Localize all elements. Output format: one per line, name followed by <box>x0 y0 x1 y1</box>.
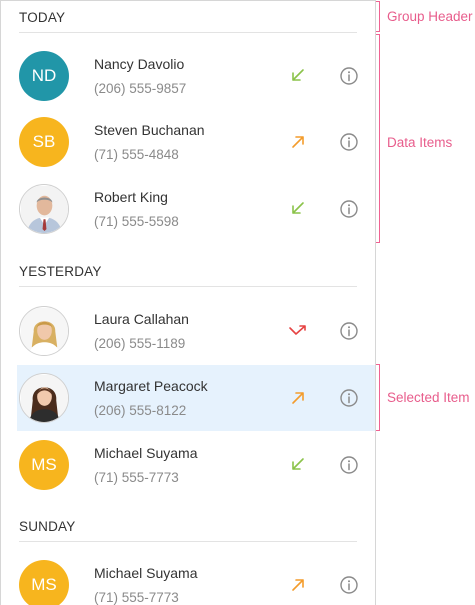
contact-phone: (71) 555-7773 <box>94 470 179 485</box>
list-item[interactable]: ND Nancy Davolio (206) 555-9857 <box>17 43 375 109</box>
contact-name: Michael Suyama <box>94 565 198 581</box>
avatar-initials: SB <box>32 132 56 151</box>
avatar-initials: MS <box>31 575 57 594</box>
list-item[interactable]: MS Michael Suyama (71) 555-7773 <box>17 552 375 605</box>
avatar-initials: MS <box>31 455 57 474</box>
avatar: MS <box>19 440 69 490</box>
avatar-photo <box>19 184 69 234</box>
contact-name: Laura Callahan <box>94 311 189 327</box>
info-icon[interactable] <box>339 388 359 408</box>
avatar-initials: ND <box>31 66 57 85</box>
list-item[interactable]: Laura Callahan (206) 555-1189 <box>17 298 375 364</box>
group-header-label: TODAY <box>19 10 66 25</box>
list-item[interactable]: Robert King (71) 555-5598 <box>17 176 375 242</box>
missed-call-icon <box>289 325 306 335</box>
group-header-label: YESTERDAY <box>19 264 102 279</box>
contact-phone: (206) 555-8122 <box>94 403 187 418</box>
person-photo-icon <box>20 307 68 355</box>
avatar-photo <box>19 373 69 423</box>
contact-phone: (206) 555-9857 <box>94 81 187 96</box>
contact-name: Nancy Davolio <box>94 56 185 72</box>
contact-name: Robert King <box>94 189 168 205</box>
contact-name: Michael Suyama <box>94 445 198 461</box>
avatar: MS <box>19 560 69 605</box>
info-icon[interactable] <box>339 199 359 219</box>
contact-phone: (206) 555-1189 <box>94 336 186 351</box>
person-photo-icon <box>20 374 68 422</box>
contact-phone: (71) 555-5598 <box>94 214 179 229</box>
selected-item-bracket <box>376 364 380 431</box>
annotation-selected-item: Selected Item <box>387 390 470 405</box>
incoming-call-icon <box>292 458 304 470</box>
incoming-call-icon <box>292 69 304 81</box>
info-icon[interactable] <box>339 321 359 341</box>
group-header-sunday: SUNDAY <box>19 510 357 542</box>
outgoing-call-icon <box>292 579 304 591</box>
group-header-bracket <box>376 1 380 32</box>
annotation-group-header: Group Header <box>387 9 473 24</box>
call-log-list[interactable]: TODAY ND Nancy Davolio (206) 555-9857 SB… <box>0 0 376 605</box>
list-item-selected[interactable]: Margaret Peacock (206) 555-8122 <box>17 365 375 431</box>
outgoing-call-icon <box>292 392 304 404</box>
avatar-photo <box>19 306 69 356</box>
info-icon[interactable] <box>339 455 359 475</box>
info-icon[interactable] <box>339 575 359 595</box>
contact-name: Steven Buchanan <box>94 122 205 138</box>
data-items-bracket <box>376 34 380 243</box>
group-header-today: TODAY <box>19 1 357 33</box>
contact-phone: (71) 555-4848 <box>94 147 179 162</box>
info-icon[interactable] <box>339 66 359 86</box>
avatar: ND <box>19 51 69 101</box>
person-photo-icon <box>20 185 68 233</box>
info-icon[interactable] <box>339 132 359 152</box>
group-header-label: SUNDAY <box>19 519 76 534</box>
contact-phone: (71) 555-7773 <box>94 590 179 605</box>
avatar: SB <box>19 117 69 167</box>
outgoing-call-icon <box>292 136 304 148</box>
annotation-data-items: Data Items <box>387 135 453 150</box>
group-header-yesterday: YESTERDAY <box>19 255 357 287</box>
incoming-call-icon <box>292 202 304 214</box>
contact-name: Margaret Peacock <box>94 378 208 394</box>
list-item[interactable]: SB Steven Buchanan (71) 555-4848 <box>17 109 375 175</box>
list-item[interactable]: MS Michael Suyama (71) 555-7773 <box>17 432 375 498</box>
